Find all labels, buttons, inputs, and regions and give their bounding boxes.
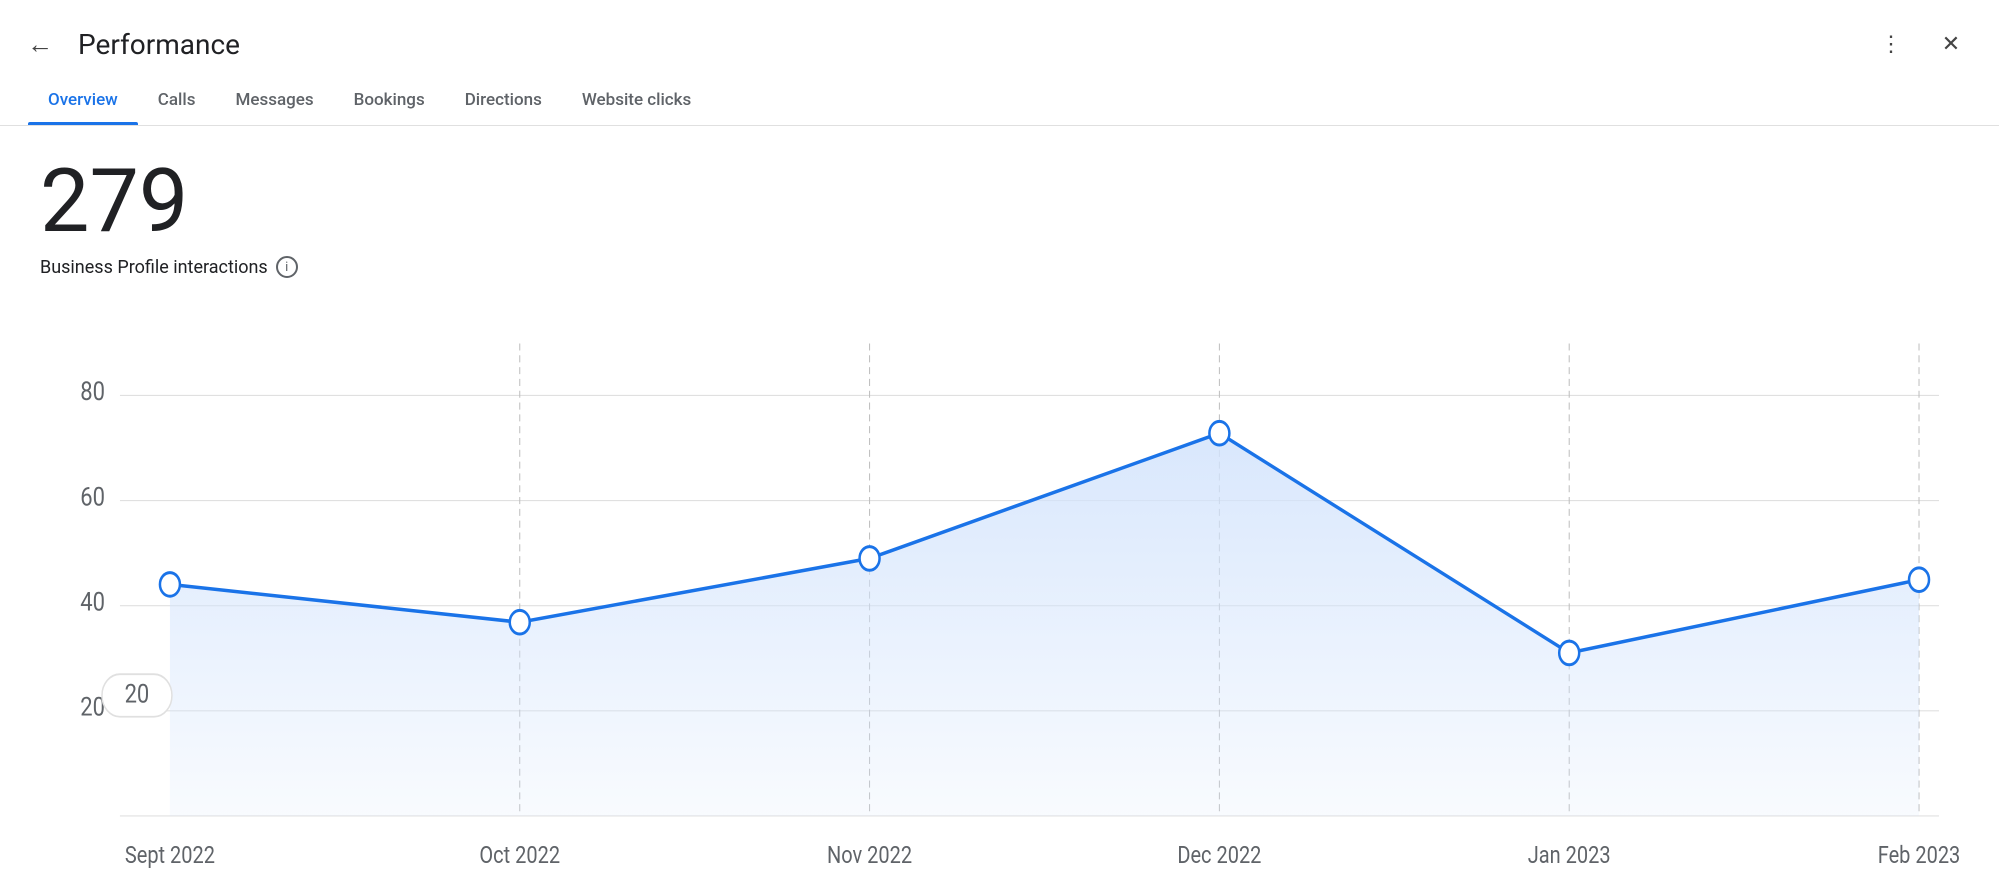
svg-text:80: 80 xyxy=(80,376,105,406)
info-icon[interactable]: i xyxy=(276,256,298,278)
line-chart: 80 60 40 20 xyxy=(40,308,1959,875)
close-icon: ✕ xyxy=(1942,31,1960,57)
tab-calls[interactable]: Calls xyxy=(138,76,216,124)
svg-text:Feb 2023: Feb 2023 xyxy=(1878,843,1959,870)
header-left: ← Performance xyxy=(20,24,240,64)
data-point-jan xyxy=(1559,641,1579,665)
svg-text:40: 40 xyxy=(80,587,105,617)
tab-bookings[interactable]: Bookings xyxy=(334,76,445,124)
metric-value: 279 xyxy=(40,158,1959,246)
header: ← Performance ⋮ ✕ xyxy=(0,0,1999,70)
more-icon: ⋮ xyxy=(1880,31,1902,57)
tab-website-clicks[interactable]: Website clicks xyxy=(562,76,711,124)
data-point-dec xyxy=(1209,421,1229,445)
app-container: ← Performance ⋮ ✕ Overview Calls Message… xyxy=(0,0,1999,895)
tab-messages[interactable]: Messages xyxy=(215,76,333,124)
header-right: ⋮ ✕ xyxy=(1871,24,1971,64)
tabs-bar: Overview Calls Messages Bookings Directi… xyxy=(0,74,1999,126)
page-title: Performance xyxy=(78,28,240,61)
svg-text:Dec 2022: Dec 2022 xyxy=(1177,843,1261,870)
more-options-button[interactable]: ⋮ xyxy=(1871,24,1911,64)
data-point-oct xyxy=(510,610,530,634)
metric-label-text: Business Profile interactions xyxy=(40,257,268,278)
svg-text:60: 60 xyxy=(80,482,105,512)
svg-text:Nov 2022: Nov 2022 xyxy=(827,843,912,870)
tab-directions[interactable]: Directions xyxy=(445,76,562,124)
data-point-feb xyxy=(1909,568,1929,592)
data-point-nov xyxy=(860,547,880,571)
data-point-sept xyxy=(160,573,180,597)
back-button[interactable]: ← xyxy=(20,24,60,64)
tab-overview[interactable]: Overview xyxy=(28,76,138,124)
svg-text:Jan 2023: Jan 2023 xyxy=(1528,843,1611,870)
svg-text:20: 20 xyxy=(125,679,150,709)
chart-area-fill xyxy=(170,433,1919,816)
svg-text:Oct 2022: Oct 2022 xyxy=(479,843,560,870)
back-arrow-icon: ← xyxy=(27,31,53,57)
metric-label-row: Business Profile interactions i xyxy=(40,256,1959,278)
chart-area: 80 60 40 20 xyxy=(40,308,1959,875)
svg-text:Sept 2022: Sept 2022 xyxy=(125,843,215,870)
close-button[interactable]: ✕ xyxy=(1931,24,1971,64)
main-content: 279 Business Profile interactions i xyxy=(0,126,1999,895)
